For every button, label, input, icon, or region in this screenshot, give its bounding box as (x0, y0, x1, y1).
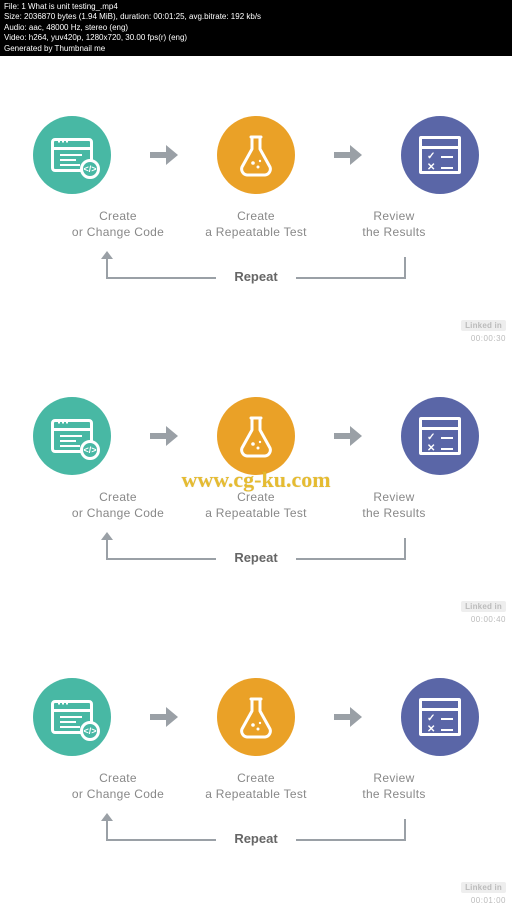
arrow-right-icon (334, 426, 362, 446)
repeat-loop: Repeat (76, 249, 436, 293)
thumbnail-frame: </> (0, 626, 512, 907)
checklist-icon: ✓ ✕ (401, 397, 479, 475)
label-review-results: Review the Results (334, 770, 454, 804)
repeat-loop: Repeat (76, 530, 436, 574)
label-create-test: Create a Repeatable Test (196, 489, 316, 523)
repeat-loop: Repeat (76, 811, 436, 855)
arrow-right-icon (334, 145, 362, 165)
diagram-row: </> (12, 678, 500, 756)
linkedin-watermark: Linked in (461, 601, 506, 612)
meta-line-generator: Generated by Thumbnail me (4, 44, 508, 54)
video-metadata-header: File: 1 What is unit testing_.mp4 Size: … (0, 0, 512, 56)
step-create-test (196, 678, 316, 756)
step-create-code: </> (12, 397, 132, 475)
code-window-icon: </> (33, 116, 111, 194)
frame-timestamp: 00:00:30 (471, 334, 506, 343)
repeat-arrowhead-icon (101, 813, 113, 821)
thumbnail-frame: </> (0, 345, 512, 626)
code-window-icon: </> (33, 678, 111, 756)
code-window-icon: </> (33, 397, 111, 475)
frame-timestamp: 00:00:40 (471, 615, 506, 624)
step-review-results: ✓ ✕ (380, 397, 500, 475)
flask-icon (217, 116, 295, 194)
diagram: </> (0, 345, 512, 626)
label-create-code: Create or Change Code (58, 770, 178, 804)
step-create-code: </> (12, 116, 132, 194)
arrow-right-icon (334, 707, 362, 727)
label-create-code: Create or Change Code (58, 489, 178, 523)
repeat-label: Repeat (216, 269, 296, 284)
step-review-results: ✓ ✕ (380, 678, 500, 756)
arrow-right-icon (150, 707, 178, 727)
diagram-labels: Create or Change Code Create a Repeatabl… (58, 208, 454, 242)
label-review-results: Review the Results (334, 208, 454, 242)
repeat-arrowhead-icon (101, 532, 113, 540)
repeat-label: Repeat (216, 831, 296, 846)
thumbnail-frame: </> (0, 64, 512, 345)
linkedin-watermark: Linked in (461, 320, 506, 331)
checklist-icon: ✓ ✕ (401, 678, 479, 756)
label-create-test: Create a Repeatable Test (196, 770, 316, 804)
repeat-label: Repeat (216, 550, 296, 565)
repeat-arrowhead-icon (101, 251, 113, 259)
flask-icon (217, 678, 295, 756)
diagram-row: </> (12, 397, 500, 475)
meta-line-size: Size: 2036870 bytes (1.94 MiB), duration… (4, 12, 508, 22)
step-create-code: </> (12, 678, 132, 756)
label-review-results: Review the Results (334, 489, 454, 523)
diagram: </> (0, 64, 512, 345)
arrow-right-icon (150, 426, 178, 446)
flask-icon (217, 397, 295, 475)
arrow-right-icon (150, 145, 178, 165)
diagram: </> (0, 626, 512, 907)
meta-line-audio: Audio: aac, 48000 Hz, stereo (eng) (4, 23, 508, 33)
diagram-row: </> (12, 116, 500, 194)
step-create-test (196, 116, 316, 194)
step-create-test (196, 397, 316, 475)
step-review-results: ✓ ✕ (380, 116, 500, 194)
linkedin-watermark: Linked in (461, 882, 506, 893)
meta-line-video: Video: h264, yuv420p, 1280x720, 30.00 fp… (4, 33, 508, 43)
diagram-labels: Create or Change Code Create a Repeatabl… (58, 770, 454, 804)
diagram-labels: Create or Change Code Create a Repeatabl… (58, 489, 454, 523)
label-create-test: Create a Repeatable Test (196, 208, 316, 242)
checklist-icon: ✓ ✕ (401, 116, 479, 194)
meta-line-file: File: 1 What is unit testing_.mp4 (4, 2, 508, 12)
label-create-code: Create or Change Code (58, 208, 178, 242)
